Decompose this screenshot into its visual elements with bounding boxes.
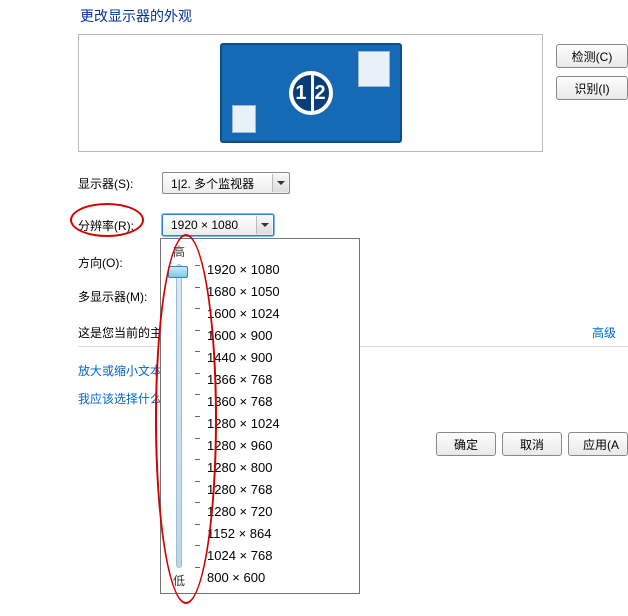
slider-high-label: 高	[173, 243, 185, 260]
display-combo-value: 1|2. 多个监视器	[171, 175, 254, 192]
resolution-option[interactable]: 1280 × 768	[207, 479, 359, 501]
slider-tick	[195, 567, 200, 568]
slider-low-label: 低	[173, 572, 185, 589]
resolution-option[interactable]: 800 × 600	[207, 567, 359, 589]
slider-tick	[195, 459, 200, 460]
ok-button[interactable]: 确定	[436, 432, 496, 456]
monitor-number-2: 2	[315, 82, 326, 105]
resolution-option[interactable]: 1280 × 960	[207, 435, 359, 457]
resolution-combo[interactable]: 1920 × 1080	[162, 214, 274, 236]
advanced-settings-link[interactable]: 高级	[592, 324, 616, 341]
resolution-option[interactable]: 1280 × 1024	[207, 413, 359, 435]
apply-button[interactable]: 应用(A	[568, 432, 628, 456]
slider-tick	[195, 481, 200, 482]
resolution-option[interactable]: 1680 × 1050	[207, 281, 359, 303]
monitor-preview-graphic: 1 2	[220, 43, 402, 143]
slider-tick	[195, 524, 200, 525]
resolution-option[interactable]: 1024 × 768	[207, 545, 359, 567]
resolution-option[interactable]: 1440 × 900	[207, 347, 359, 369]
resolution-option[interactable]: 1360 × 768	[207, 391, 359, 413]
resolution-combo-value: 1920 × 1080	[171, 218, 238, 232]
resolution-option[interactable]: 1600 × 900	[207, 325, 359, 347]
slider-tick	[195, 545, 200, 546]
slider-tick	[195, 351, 200, 352]
chevron-down-icon	[272, 174, 288, 192]
resolution-list: 1920 × 10801680 × 10501600 × 10241600 × …	[197, 239, 359, 593]
slider-thumb[interactable]	[168, 266, 188, 278]
resolution-option[interactable]: 1152 × 864	[207, 523, 359, 545]
identify-button[interactable]: 识别(I)	[556, 76, 628, 100]
slider-tick	[195, 308, 200, 309]
display-label: 显示器(S):	[78, 175, 146, 192]
slider-tick	[195, 394, 200, 395]
multi-display-label: 多显示器(M):	[78, 288, 164, 305]
resolution-option[interactable]: 1366 × 768	[207, 369, 359, 391]
resolution-label: 分辨率(R):	[78, 217, 146, 234]
resolution-option[interactable]: 1280 × 720	[207, 501, 359, 523]
slider-tick	[195, 502, 200, 503]
display-combo[interactable]: 1|2. 多个监视器	[162, 172, 290, 194]
monitor-preview: 1 2	[78, 34, 543, 152]
orientation-label: 方向(O):	[78, 254, 146, 271]
monitor-number-1: 1	[295, 82, 306, 105]
slider-tick	[195, 438, 200, 439]
slider-tick	[195, 373, 200, 374]
resolution-option[interactable]: 1920 × 1080	[207, 259, 359, 281]
current-primary-text: 这是您当前的主	[78, 324, 162, 341]
cancel-button[interactable]: 取消	[502, 432, 562, 456]
zoom-text-link[interactable]: 放大或缩小文本	[78, 362, 162, 379]
resolution-dropdown: 高 低 1920 × 10801680 × 10501600 × 1024160…	[160, 238, 360, 594]
page-title: 更改显示器的外观	[80, 6, 192, 26]
monitor-number-badge: 1 2	[289, 71, 333, 115]
slider-tick	[195, 287, 200, 288]
resolution-option[interactable]: 1280 × 800	[207, 457, 359, 479]
detect-button[interactable]: 检测(C)	[556, 44, 628, 68]
resolution-option[interactable]: 1600 × 1024	[207, 303, 359, 325]
slider-tick	[195, 330, 200, 331]
slider-tick	[195, 265, 200, 266]
help-link[interactable]: 我应该选择什么	[78, 390, 162, 407]
slider-tick	[195, 416, 200, 417]
chevron-down-icon	[256, 216, 272, 234]
resolution-slider[interactable]	[161, 264, 197, 568]
